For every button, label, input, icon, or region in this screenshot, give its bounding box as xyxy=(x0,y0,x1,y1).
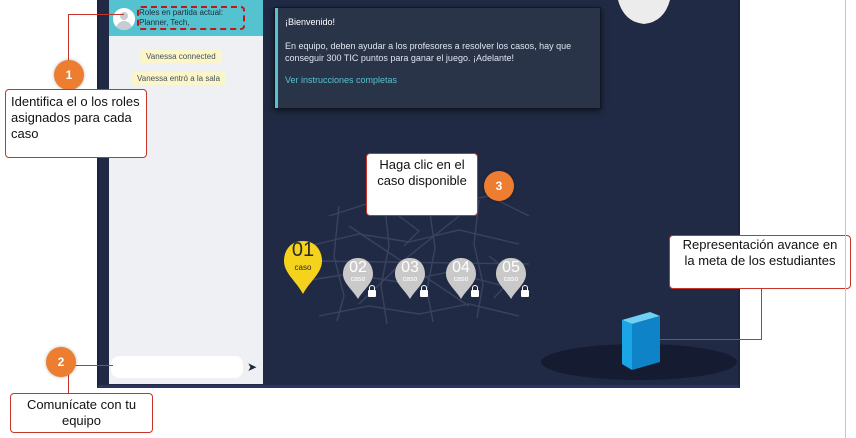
case-number: 01 xyxy=(291,239,315,261)
callout-leader xyxy=(68,14,69,64)
callout-communicate: Comunícate con tu equipo xyxy=(10,393,153,433)
case-number: 05 xyxy=(502,259,520,276)
callout-leader xyxy=(761,289,762,339)
case-pin-01[interactable]: 01 caso xyxy=(282,239,324,295)
step-badge-1: 1 xyxy=(54,60,84,90)
lock-icon xyxy=(471,285,479,297)
step-badge-2: 2 xyxy=(46,347,76,377)
page-edge xyxy=(845,0,846,438)
case-label: caso xyxy=(350,276,366,283)
case-label: caso xyxy=(453,276,469,283)
welcome-dialog: ¡Bienvenido! En equipo, deben ayudar a l… xyxy=(274,7,601,109)
send-arrow-icon[interactable]: ➤ xyxy=(247,360,257,374)
callout-progress: Representación avance en la meta de los … xyxy=(669,235,851,289)
chat-message: Vanessa entró a la sala xyxy=(131,72,227,85)
welcome-body: En equipo, deben ayudar a los profesores… xyxy=(285,41,572,63)
case-label: caso xyxy=(503,276,519,283)
callout-leader xyxy=(68,14,124,15)
callout-roles: Identifica el o los roles asignados para… xyxy=(5,89,147,158)
lock-icon xyxy=(420,285,428,297)
modal-accent-bar xyxy=(275,8,278,108)
instructions-link[interactable]: Ver instrucciones completas xyxy=(285,75,397,85)
callout-text: Representación avance en la meta de los … xyxy=(682,237,838,268)
case-number: 03 xyxy=(401,259,419,276)
chat-panel: Roles en partida actual: Planner, Tech, … xyxy=(109,0,263,384)
case-label: caso xyxy=(294,263,312,272)
callout-leader xyxy=(660,339,762,340)
lock-icon xyxy=(368,285,376,297)
callout-text: Comunícate con tu equipo xyxy=(26,397,137,428)
user-avatar-icon xyxy=(113,8,135,30)
step-badge-3: 3 xyxy=(484,171,514,201)
callout-text: Haga clic en el caso disponible xyxy=(377,157,467,188)
roles-highlight xyxy=(137,6,245,30)
callout-text: Identifica el o los roles asignados para… xyxy=(11,94,140,141)
case-label: caso xyxy=(402,276,418,283)
progress-cube-icon xyxy=(622,312,660,370)
welcome-title: ¡Bienvenido! xyxy=(285,17,336,27)
chat-header: Roles en partida actual: Planner, Tech, xyxy=(109,0,263,36)
lamp-icon xyxy=(618,0,670,24)
lock-icon xyxy=(521,285,529,297)
chat-message: Vanessa connected xyxy=(140,50,222,63)
case-number: 02 xyxy=(349,259,367,276)
chat-input[interactable] xyxy=(111,356,243,378)
callout-click-case: Haga clic en el caso disponible xyxy=(366,153,478,216)
case-number: 04 xyxy=(452,259,470,276)
